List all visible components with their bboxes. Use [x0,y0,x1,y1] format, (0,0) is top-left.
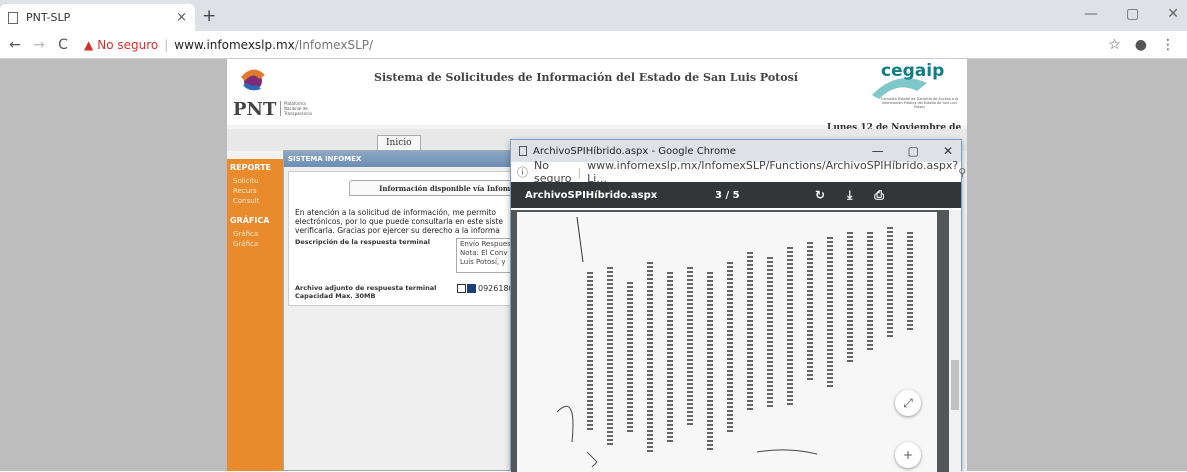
back-icon[interactable]: ← [6,37,24,53]
page-title: Sistema de Solicitudes de Información de… [374,71,798,84]
popup-window-controls: — ▢ ✕ [872,144,953,158]
pnt-logo-text: PNT [233,99,277,119]
response-text: En atención a la solicitud de informació… [295,208,521,235]
url-separator: | [164,37,169,52]
address-bar: ← → C ▲ No seguro | www.infomexslp.mx/In… [0,31,1187,59]
description-label: Descripción de la respuesta terminal [295,238,431,246]
sidebar-item[interactable]: Consult [227,196,287,206]
maximize-button[interactable]: ▢ [908,144,919,158]
pdf-toolbar: ArchivoSPIHíbrido.aspx 3 / 5 ↻ ⤓ ⎙ [511,182,961,208]
url-host: www.infomexslp.mx [174,37,295,52]
attachment-capacity-label: Capacidad Max. 30MB [295,292,376,300]
pdf-page [517,212,937,472]
response-line: En atención a la solicitud de informació… [295,208,497,217]
attachment-filename: 0926180 [478,284,514,293]
forward-icon[interactable]: → [30,37,48,53]
new-tab-button[interactable]: + [202,6,216,26]
site-header: PNT Plataforma Nacional de Transparencia… [227,59,967,125]
browser-tab[interactable]: PNT-SLP × [0,4,195,31]
sidebar-item[interactable]: Solicitu [227,176,287,186]
pdf-filename: ArchivoSPIHíbrido.aspx [525,189,658,201]
profile-icon[interactable]: ● [1135,37,1147,53]
sidebar-item[interactable]: Gráfica [227,239,287,249]
minimize-button[interactable]: — [872,144,884,158]
window-controls: — ▢ ✕ [1084,6,1179,22]
close-window-button[interactable]: ✕ [943,144,953,158]
scanned-document-image [556,216,818,468]
sidebar: REPORTE Solicitu Recurs Consult GRÁFICA … [227,159,287,471]
save-icon[interactable] [467,284,476,293]
pdf-viewer[interactable]: ⤢ + [511,210,961,472]
inicio-link[interactable]: Inicio [377,135,421,151]
tab-title: PNT-SLP [26,11,71,24]
zoom-in-button[interactable]: + [895,442,921,468]
maximize-button[interactable]: ▢ [1126,6,1139,22]
dialog-header: SISTEMA INFOMEX [284,151,522,167]
file-icon[interactable] [457,284,466,293]
attachment-link[interactable]: 0926180 [457,284,514,293]
sidebar-item[interactable]: Recurs [227,186,287,196]
url-separator: | [577,165,582,179]
url-path: /InfomexSLP/ [294,37,374,52]
popup-url[interactable]: www.infomexslp.mx/InfomexSLP/Functions/A… [587,159,958,185]
zoom-icon[interactable]: ⚲ [958,166,966,179]
page-indicator: 3 / 5 [715,189,740,201]
pdf-toolbar-icons: ↻ ⤓ ⎙ [815,188,884,203]
security-label[interactable]: No seguro [97,38,158,52]
dialog-body: Información disponible vía Infomex En at… [288,171,549,306]
scrollbar-thumb[interactable] [951,360,959,410]
reload-icon[interactable]: C [54,37,72,53]
cegaip-subtitle: Comisión Estatal de Garantía de Acceso a… [880,97,959,109]
sidebar-section-grafica: GRÁFICA [230,216,270,225]
rotate-icon[interactable]: ↻ [815,188,825,203]
warning-icon[interactable]: ▲ [84,38,93,52]
close-window-button[interactable]: ✕ [1167,6,1179,22]
star-icon[interactable]: ☆ [1108,37,1121,53]
response-line: verificarla. Gracias por ejercer su dere… [295,226,500,235]
close-tab-icon[interactable]: × [176,10,187,25]
sidebar-section-reporte: REPORTE [230,163,272,172]
url-field[interactable]: www.infomexslp.mx/InfomexSLP/ [174,38,373,52]
infomex-dialog: SISTEMA INFOMEX Información disponible v… [283,150,549,471]
popup-security-label[interactable]: No seguro [534,159,571,185]
popup-address-bar: ⓘ No seguro | www.infomexslp.mx/InfomexS… [511,159,966,185]
print-icon[interactable]: ⎙ [874,188,884,203]
popup-window-title: ArchivoSPIHíbrido.aspx - Google Chrome [533,145,736,157]
tab-bar: PNT-SLP × + — ▢ ✕ [0,0,1187,31]
download-icon[interactable]: ⤓ [847,188,852,203]
fit-page-button[interactable]: ⤢ [895,390,921,416]
document-icon [519,146,527,156]
info-icon[interactable]: ⓘ [517,164,528,180]
document-icon [8,11,18,24]
response-line: electrónicos, por lo que puede consultar… [295,217,503,226]
toolbar-icons: ☆ ● ⋮ [1108,37,1175,53]
attachment-label: Archivo adjunto de respuesta terminal [295,284,437,292]
scrollbar[interactable] [949,210,961,472]
page-background: PNT Plataforma Nacional de Transparencia… [0,59,1187,472]
menu-icon[interactable]: ⋮ [1161,37,1175,53]
pdf-popup-window: ArchivoSPIHíbrido.aspx - Google Chrome —… [510,139,966,472]
sidebar-item[interactable]: Gráfica [227,229,287,239]
cegaip-logo-text: cegaip [881,61,945,81]
minimize-button[interactable]: — [1084,6,1098,22]
pnt-subtitle: Plataforma Nacional de Transparencia [280,101,320,116]
